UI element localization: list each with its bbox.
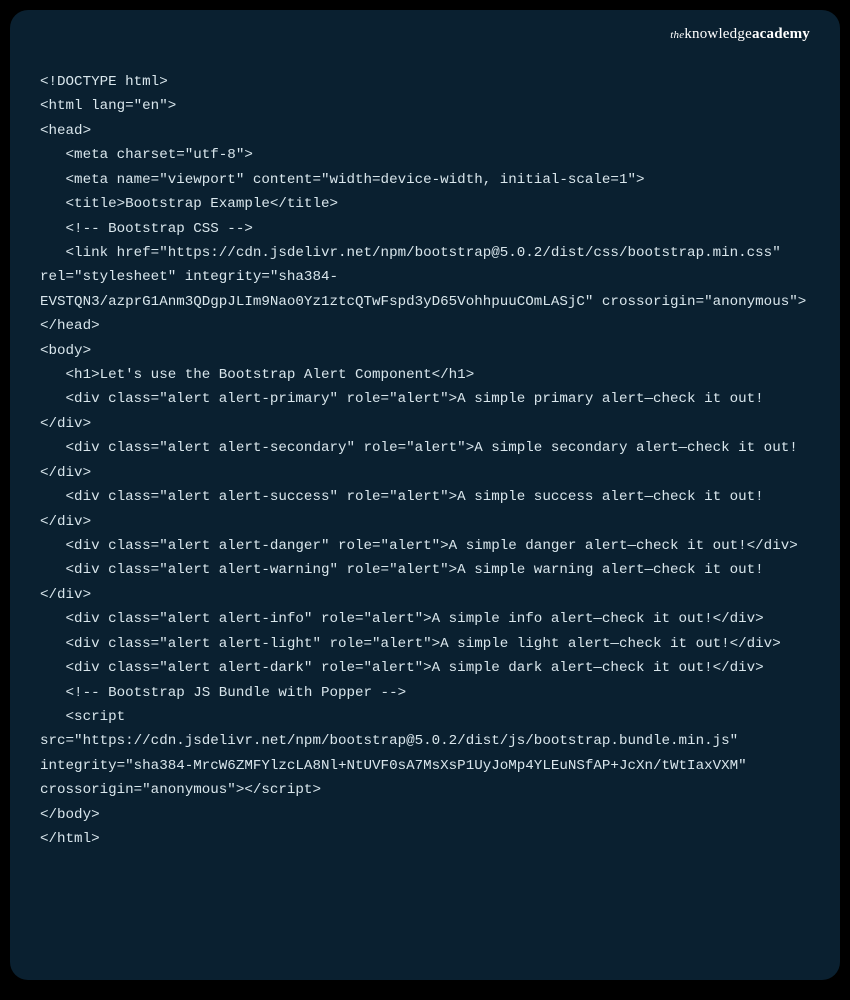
code-panel: theknowledgeacademy <!DOCTYPE html> <htm… bbox=[10, 10, 840, 980]
brand-logo: theknowledgeacademy bbox=[670, 26, 810, 43]
brand-knowledge: knowledge bbox=[684, 26, 752, 42]
brand-the: the bbox=[670, 29, 684, 41]
code-block: <!DOCTYPE html> <html lang="en"> <head> … bbox=[40, 70, 810, 852]
brand-academy: academy bbox=[752, 26, 810, 42]
